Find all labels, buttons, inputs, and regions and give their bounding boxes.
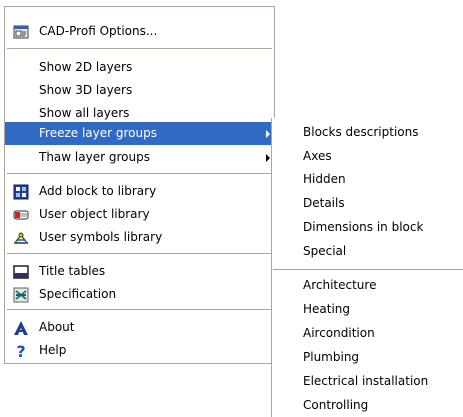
menu-item-label: Hidden (303, 172, 346, 186)
menu-item-label: Special (303, 244, 347, 258)
submenu-arrow-icon (266, 130, 270, 138)
menu-separator (7, 309, 272, 310)
submenu-item-plumbing[interactable]: Plumbing (272, 346, 463, 369)
menu-separator (7, 253, 272, 254)
submenu-item-special[interactable]: Special (272, 240, 463, 263)
menu-item-label: Controlling (303, 398, 369, 412)
menu-item-specification[interactable]: Specification (5, 283, 274, 306)
menu-item-label: Dimensions in block (303, 220, 424, 234)
menu-item-about[interactable]: About (5, 316, 274, 339)
menu-item-label: Freeze layer groups (39, 126, 157, 140)
submenu-freeze-layer-groups: Blocks descriptions Axes Hidden Details … (271, 118, 463, 417)
menu-item-label: User symbols library (39, 230, 163, 244)
submenu-item-electrical-installation[interactable]: Electrical installation (272, 370, 463, 393)
menu-item-label: Details (303, 196, 345, 210)
menu-item-label: About (39, 320, 75, 334)
menu-separator (7, 173, 272, 174)
menu-item-label: CAD-Profi Options... (39, 24, 158, 38)
menu-item-label: Title tables (39, 264, 106, 278)
user-object-library-icon (13, 207, 29, 223)
submenu-item-hidden[interactable]: Hidden (272, 168, 463, 191)
submenu-item-architecture[interactable]: Architecture (272, 274, 463, 297)
menu-item-label: Thaw layer groups (39, 150, 150, 164)
submenu-item-heating[interactable]: Heating (272, 298, 463, 321)
menu-item-freeze-layer-groups[interactable]: Freeze layer groups (5, 122, 274, 145)
submenu-arrow-icon (266, 154, 270, 162)
specification-icon (13, 287, 29, 303)
menu-item-label: User object library (39, 207, 150, 221)
menu-item-label: Electrical installation (303, 374, 429, 388)
menu-item-add-block-to-library[interactable]: Add block to library (5, 180, 274, 203)
menu-item-user-object-library[interactable]: User object library (5, 203, 274, 226)
submenu-item-details[interactable]: Details (272, 192, 463, 215)
menu-separator (273, 269, 463, 270)
about-icon (13, 320, 29, 336)
title-tables-icon (13, 264, 29, 280)
submenu-item-dimensions-in-block[interactable]: Dimensions in block (272, 216, 463, 239)
menu-item-show-3d-layers[interactable]: Show 3D layers (5, 79, 274, 102)
menu-item-label: Heating (303, 302, 351, 316)
menu-item-cad-profi-options[interactable]: CAD-Profi Options... (5, 20, 274, 43)
menu-item-show-2d-layers[interactable]: Show 2D layers (5, 56, 274, 79)
submenu-item-aircondition[interactable]: Aircondition (272, 322, 463, 345)
menu-item-title-tables[interactable]: Title tables (5, 260, 274, 283)
submenu-item-axes[interactable]: Axes (272, 145, 463, 168)
menu-item-label: Show 2D layers (39, 60, 133, 74)
submenu-item-controlling[interactable]: Controlling (272, 394, 463, 417)
menu-item-label: Add block to library (39, 184, 157, 198)
menu-item-label: Architecture (303, 278, 377, 292)
submenu-item-blocks-descriptions[interactable]: Blocks descriptions (272, 121, 463, 144)
menu-item-thaw-layer-groups[interactable]: Thaw layer groups (5, 146, 274, 169)
user-symbols-library-icon (13, 230, 29, 246)
menu-item-help[interactable]: ? Help (5, 339, 274, 362)
menu-item-label: Specification (39, 287, 117, 301)
help-icon: ? (13, 342, 29, 361)
menu-item-label: Blocks descriptions (303, 125, 419, 139)
menu-item-label: Aircondition (303, 326, 375, 340)
context-menu: CAD-Profi Options... Show 2D layers Show… (4, 6, 275, 364)
menu-item-user-symbols-library[interactable]: User symbols library (5, 226, 274, 249)
svg-text:?: ? (16, 343, 25, 359)
options-icon (13, 24, 29, 40)
menu-item-label: Help (39, 343, 67, 357)
menu-separator (7, 48, 272, 49)
menu-item-label: Show 3D layers (39, 83, 133, 97)
menu-item-label: Plumbing (303, 350, 360, 364)
menu-item-label: Axes (303, 149, 332, 163)
add-block-icon (13, 184, 29, 200)
